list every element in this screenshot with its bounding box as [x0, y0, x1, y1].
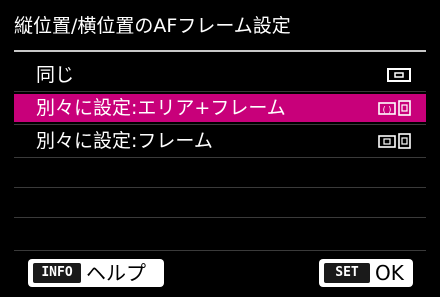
option-label: 別々に設定:エリア+フレーム [36, 97, 286, 119]
help-button[interactable]: INFO ヘルプ [28, 259, 164, 287]
option-separate-frame[interactable]: 別々に設定:フレーム [14, 127, 426, 155]
row-divider [14, 91, 426, 92]
svg-text:( ): ( ) [383, 105, 392, 114]
option-same[interactable]: 同じ [14, 61, 426, 89]
page-title: 縦位置/横位置のAFフレーム設定 [14, 15, 291, 37]
help-label: ヘルプ [86, 261, 146, 285]
option-label: 別々に設定:フレーム [36, 130, 213, 152]
frame-separate-icon [378, 133, 414, 153]
row-divider [14, 157, 426, 158]
menu-frame: 縦位置/横位置のAFフレーム設定 同じ 別々に設定:エリア+フレーム ( ) 別… [4, 4, 436, 293]
row-divider [14, 187, 426, 188]
area-frame-separate-icon: ( ) [378, 100, 414, 120]
option-label: 同じ [36, 64, 75, 86]
row-divider [14, 217, 426, 218]
ok-label: OK [375, 261, 404, 285]
set-key-badge: SET [324, 263, 370, 283]
title-divider [14, 50, 426, 52]
footer-divider [14, 250, 426, 251]
row-divider [14, 124, 426, 125]
ok-button[interactable]: SET OK [319, 259, 413, 287]
option-separate-area-frame[interactable]: 別々に設定:エリア+フレーム ( ) [14, 94, 426, 122]
info-key-badge: INFO [33, 263, 81, 283]
camera-menu-screen: 縦位置/横位置のAFフレーム設定 同じ 別々に設定:エリア+フレーム ( ) 別… [0, 0, 440, 297]
single-frame-icon [386, 67, 414, 87]
